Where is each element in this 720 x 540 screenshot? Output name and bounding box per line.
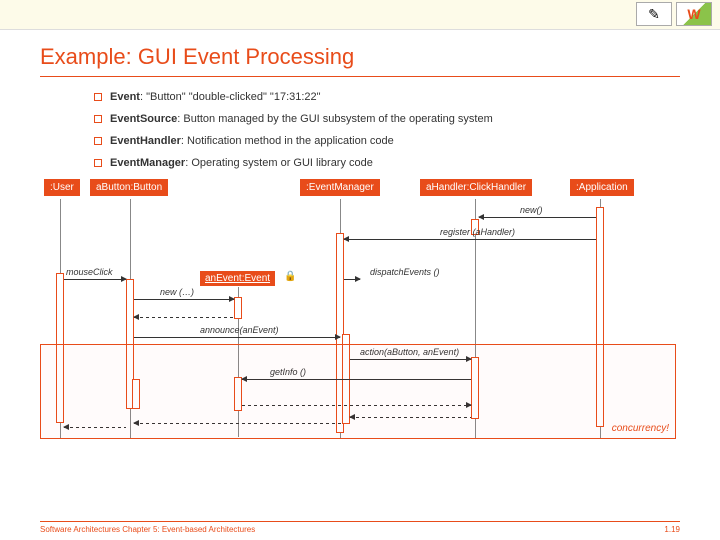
bullet-item: EventManager: Operating system or GUI li… [94,157,680,169]
activation-bar [234,297,242,319]
bullet-marker-icon [94,159,102,167]
footer-left: Software Architectures Chapter 5: Event-… [40,525,255,534]
lifeline-eventmanager: :EventManager [300,179,380,196]
concurrency-label: concurrency! [612,423,669,434]
return-arrow [134,317,234,318]
lifeline-user: :User [44,179,80,196]
bullet-marker-icon [94,137,102,145]
bullet-text: Event: "Button" "double-clicked" "17:31:… [110,91,321,103]
message-arrow [134,337,340,338]
bullet-item: Event: "Button" "double-clicked" "17:31:… [94,91,680,103]
title-underline [40,76,680,77]
lock-icon: 🔒 [284,271,296,282]
bullet-marker-icon [94,93,102,101]
bullet-text: EventManager: Operating system or GUI li… [110,157,373,169]
lifeline-application: :Application [570,179,634,196]
message-arrow [344,239,596,240]
bullet-list: Event: "Button" "double-clicked" "17:31:… [94,91,680,169]
message-arrow [134,299,234,300]
message-label: mouseClick [66,267,113,277]
message-arrow [344,279,360,280]
title-bar [0,0,720,30]
bullet-item: EventHandler: Notification method in the… [94,135,680,147]
bullet-marker-icon [94,115,102,123]
logo-area: ✎ W [636,2,712,26]
message-label: dispatchEvents () [370,267,440,277]
message-label: new() [520,205,543,215]
message-label: register (aHandler) [440,227,515,237]
w-logo-icon: W [676,2,712,26]
slide-title: Example: GUI Event Processing [40,44,680,70]
bullet-item: EventSource: Button managed by the GUI s… [94,113,680,125]
slide-body: Example: GUI Event Processing Event: "Bu… [0,32,720,540]
event-object-box: anEvent:Event [200,271,275,286]
slide-footer: Software Architectures Chapter 5: Event-… [40,521,680,534]
bullet-text: EventHandler: Notification method in the… [110,135,394,147]
sequence-diagram: :User aButton:Button :EventManager aHand… [40,179,680,459]
message-arrow [479,217,596,218]
footer-page-number: 1.19 [664,525,680,534]
message-label: announce(anEvent) [200,325,279,335]
bullet-text: EventSource: Button managed by the GUI s… [110,113,493,125]
message-arrow [64,279,126,280]
pencil-logo-icon: ✎ [636,2,672,26]
lifeline-handler: aHandler:ClickHandler [420,179,532,196]
message-label: new (…) [160,287,194,297]
concurrency-frame: concurrency! [40,344,676,439]
lifeline-button: aButton:Button [90,179,168,196]
